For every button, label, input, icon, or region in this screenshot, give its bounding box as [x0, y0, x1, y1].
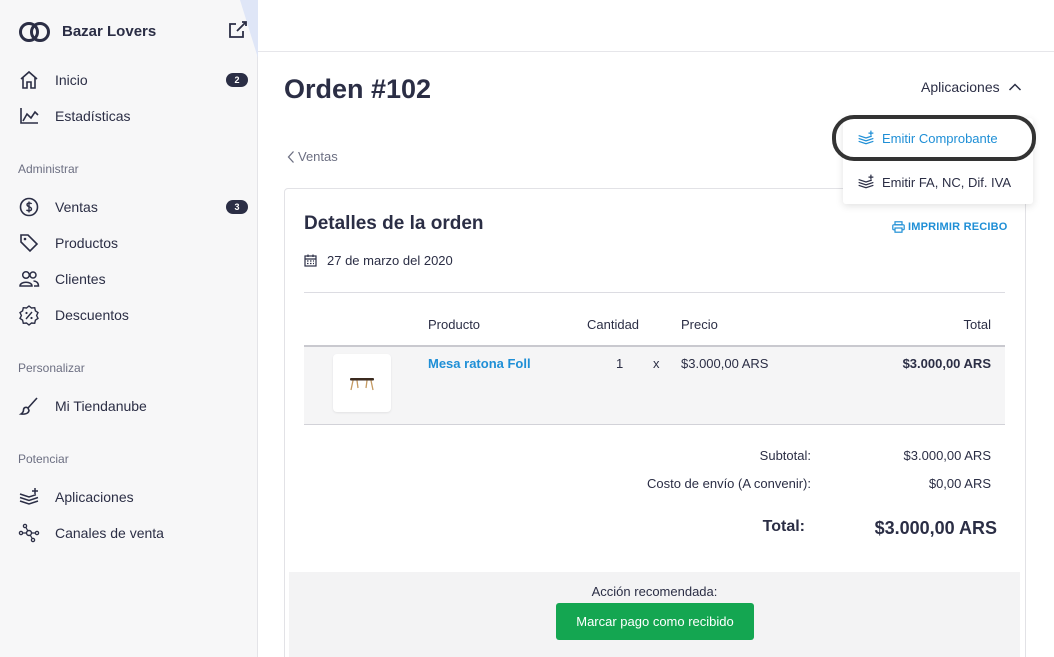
chevron-left-icon	[287, 150, 294, 163]
apps-stack-icon	[19, 488, 39, 505]
sidebar-item-ventas[interactable]: Ventas 3	[18, 194, 250, 220]
product-name-link[interactable]: Mesa ratona Foll	[428, 356, 531, 371]
subtotal-label: Subtotal:	[759, 448, 811, 463]
brush-icon	[18, 397, 38, 415]
total-value: $3.000,00 ARS	[874, 518, 997, 538]
shipping-value: $0,00 ARS	[928, 476, 991, 491]
sidebar-item-label: Estadísticas	[55, 108, 131, 124]
multiply-sign: x	[653, 356, 660, 371]
sidebar-item-productos[interactable]: Productos	[18, 230, 250, 256]
tag-icon	[20, 234, 39, 253]
store-name: Bazar Lovers	[62, 22, 157, 40]
sidebar-item-canales-de-venta[interactable]: Canales de venta	[18, 520, 250, 546]
sidebar-item-aplicaciones[interactable]: Aplicaciones	[18, 484, 250, 510]
sidebar-item-label: Aplicaciones	[55, 489, 134, 505]
notification-badge: 3	[226, 200, 248, 214]
discount-icon	[19, 305, 39, 326]
divider	[304, 292, 1005, 293]
sidebar-item-label: Clientes	[55, 271, 106, 287]
calendar-icon	[304, 254, 317, 267]
printer-icon	[892, 221, 905, 233]
chevron-up-icon	[1008, 83, 1021, 91]
highlight-ring	[832, 115, 1036, 161]
sidebar-item-inicio[interactable]: Inicio 2	[18, 67, 250, 93]
sidebar-item-label: Ventas	[55, 199, 98, 215]
product-quantity: 1	[616, 356, 624, 371]
table-product-image	[350, 378, 374, 391]
external-link-icon[interactable]	[228, 20, 248, 40]
order-date-text: 27 de marzo del 2020	[327, 253, 453, 268]
column-header-price: Precio	[681, 317, 718, 332]
section-title-potenciar: Potenciar	[18, 452, 69, 466]
sidebar-item-estadisticas[interactable]: Estadísticas	[18, 103, 250, 129]
recommended-action-label: Acción recomendada:	[591, 584, 718, 599]
back-link-ventas[interactable]: Ventas	[286, 149, 338, 164]
sidebar-item-mi-tiendanube[interactable]: Mi Tiendanube	[18, 393, 250, 419]
mark-payment-received-button[interactable]: Marcar pago como recibido	[556, 603, 754, 640]
product-thumbnail[interactable]	[333, 354, 391, 412]
chart-icon	[20, 108, 39, 124]
notification-badge: 2	[226, 73, 248, 87]
home-icon	[20, 70, 38, 89]
sidebar: Bazar Lovers Inicio 2 Estadísticas Admin…	[0, 0, 258, 657]
back-link-label: Ventas	[298, 149, 338, 164]
apps-toggle-label: Aplicaciones	[921, 79, 1000, 95]
sidebar-item-label: Inicio	[55, 72, 88, 88]
column-header-total: Total	[963, 317, 991, 332]
sidebar-item-descuentos[interactable]: Descuentos	[18, 302, 250, 328]
network-icon	[18, 523, 40, 543]
sidebar-item-label: Mi Tiendanube	[55, 398, 147, 414]
sidebar-item-label: Descuentos	[55, 307, 129, 323]
product-price: $3.000,00 ARS	[681, 356, 769, 371]
menu-item-label: Emitir FA, NC, Dif. IVA	[882, 174, 1012, 190]
total-label: Total:	[762, 518, 805, 535]
order-date: 27 de marzo del 2020	[304, 253, 453, 268]
brand[interactable]: Bazar Lovers	[18, 17, 156, 45]
menu-item-emitir-fa-nc[interactable]: Emitir FA, NC, Dif. IVA	[843, 162, 1033, 202]
sidebar-item-label: Canales de venta	[55, 525, 164, 541]
section-title-administrar: Administrar	[18, 162, 79, 176]
print-receipt-link[interactable]: IMPRIMIR RECIBO	[892, 221, 1008, 233]
column-header-product: Producto	[428, 317, 481, 332]
card-title: Detalles de la orden	[304, 213, 484, 234]
shipping-label: Costo de envío (A convenir):	[646, 476, 811, 491]
dollar-icon	[19, 197, 39, 217]
sidebar-item-clientes[interactable]: Clientes	[18, 266, 250, 292]
apps-stack-icon	[858, 174, 874, 189]
subtotal-value: $3.000,00 ARS	[903, 448, 991, 463]
product-line-total: $3.000,00 ARS	[902, 356, 991, 371]
apps-dropdown-toggle[interactable]: Aplicaciones	[921, 79, 1022, 95]
tiendanube-logo-icon	[19, 22, 50, 42]
column-header-quantity: Cantidad	[587, 317, 640, 332]
print-receipt-label: IMPRIMIR RECIBO	[908, 221, 1008, 233]
section-title-personalizar: Personalizar	[18, 361, 85, 375]
top-bar	[258, 0, 1054, 52]
users-icon	[19, 270, 40, 287]
sidebar-item-label: Productos	[55, 235, 119, 251]
page-title: Orden #102	[284, 74, 432, 104]
